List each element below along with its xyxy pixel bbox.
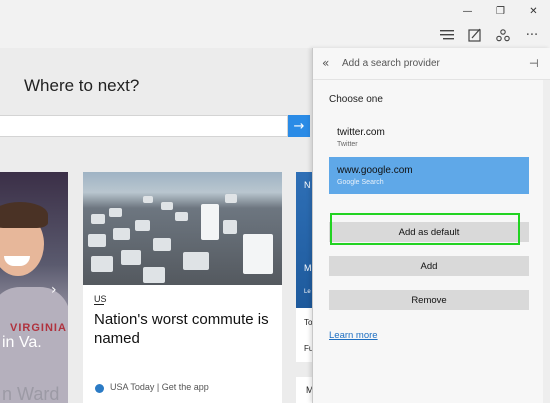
search-input[interactable] (0, 115, 288, 137)
news-headline[interactable]: Nation's worst commute is named (94, 310, 274, 348)
hub-button[interactable] (437, 25, 457, 45)
learn-more-link[interactable]: Learn more (329, 330, 378, 341)
panel-header: « Add a search provider ⊣ (313, 48, 550, 80)
pin-icon[interactable]: ⊣ (529, 57, 539, 70)
web-note-icon (468, 28, 481, 42)
add-button[interactable]: Add (329, 256, 529, 276)
arrow-right-icon: → (293, 118, 305, 134)
more-icon: ··· (525, 27, 539, 43)
share-button[interactable] (493, 25, 513, 45)
panel-scrollbar[interactable] (543, 80, 550, 403)
hub-icon (440, 30, 454, 40)
news-card-commute[interactable]: US Nation's worst commute is named USA T… (83, 172, 282, 403)
minimize-button[interactable]: — (451, 0, 484, 22)
browser-toolbar: ··· (0, 22, 550, 48)
usa-today-icon (95, 384, 104, 393)
provider-sub: Google Search (337, 179, 384, 186)
share-icon (496, 29, 510, 42)
news-image-traffic (83, 172, 282, 285)
double-chevron-left-icon[interactable]: « (322, 56, 329, 70)
shirt-text: VIRGINIA (10, 322, 67, 334)
focus-highlight (330, 213, 520, 245)
more-button[interactable]: ··· (522, 25, 542, 45)
news-source[interactable]: USA Today | Get the app (110, 382, 209, 392)
news-category: US (94, 294, 107, 304)
restore-icon: ❐ (496, 5, 505, 17)
search-provider-panel: « Add a search provider ⊣ Choose one twi… (312, 48, 550, 403)
left-card-caption: in Va. (2, 334, 42, 351)
page-heading: Where to next? (24, 76, 140, 95)
search-go-button[interactable]: → (288, 115, 310, 137)
minimize-icon: — (462, 5, 473, 17)
panel-title: Add a search provider (342, 58, 440, 69)
carousel-next-icon[interactable]: › (51, 282, 65, 298)
provider-name: twitter.com (337, 127, 385, 138)
restore-button[interactable]: ❐ (484, 0, 517, 22)
close-button[interactable]: ✕ (517, 0, 550, 22)
choose-label: Choose one (329, 94, 383, 105)
provider-sub: Twitter (337, 141, 358, 148)
close-icon: ✕ (529, 5, 538, 17)
web-note-button[interactable] (465, 25, 485, 45)
provider-name: www.google.com (337, 165, 413, 176)
news-card-left[interactable]: VIRGINIA in Va. n Ward › (0, 172, 68, 403)
title-bar: — ❐ ✕ (0, 0, 550, 22)
left-card-caption-2: n Ward (2, 384, 60, 403)
remove-button[interactable]: Remove (329, 290, 529, 310)
provider-item-twitter[interactable]: twitter.com Twitter (329, 119, 529, 156)
provider-item-google[interactable]: www.google.com Google Search (329, 157, 529, 194)
